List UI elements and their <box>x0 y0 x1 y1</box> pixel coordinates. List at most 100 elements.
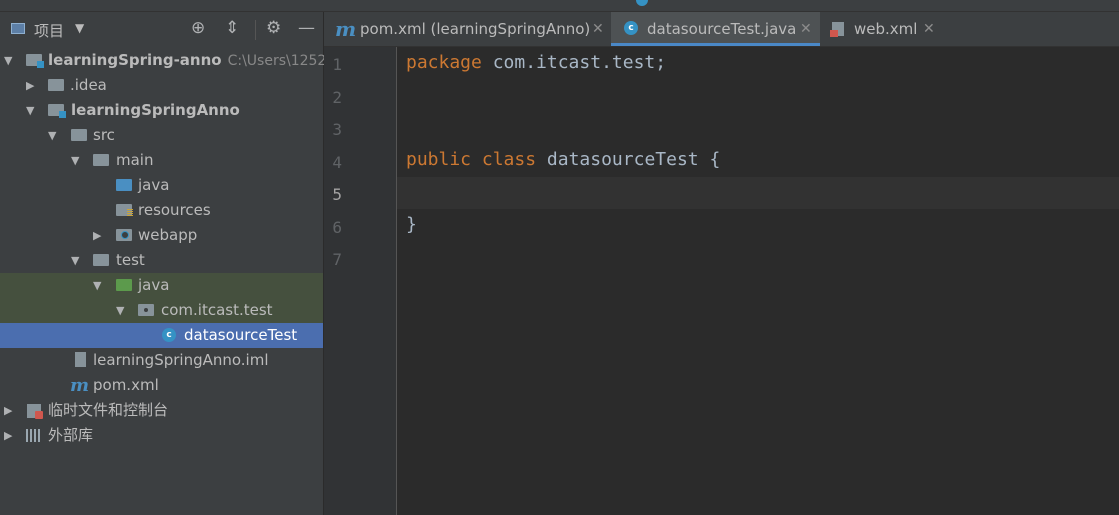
expand-arrow-icon[interactable]: ▼ <box>4 48 12 73</box>
tab-label: datasourceTest.java <box>647 20 797 38</box>
tree-item-iml[interactable]: learningSpringAnno.iml <box>0 348 323 373</box>
expand-arrow-icon[interactable]: ▼ <box>93 273 101 298</box>
line-number: 7 <box>332 250 342 269</box>
tree-item-label: .idea <box>70 76 107 94</box>
tree-item-label: main <box>116 151 154 169</box>
package-icon <box>138 304 154 316</box>
code-line-6: } <box>406 214 417 235</box>
tree-item-label: pom.xml <box>93 376 159 394</box>
open-brace: { <box>698 149 721 170</box>
tree-item-test-java[interactable]: ▼ java <box>0 273 323 298</box>
project-view-icon[interactable] <box>11 23 25 34</box>
tree-item-label: learningSpringAnno <box>71 101 240 119</box>
scratches-icon <box>27 404 43 419</box>
test-source-folder-icon <box>116 279 132 291</box>
project-panel: 项目 ▼ ⊕ ⇕ ⚙ — ▼ learningSpring-anno C:\Use… <box>0 12 335 515</box>
tree-item-resources[interactable]: resources <box>0 198 323 223</box>
line-number: 2 <box>332 88 342 107</box>
tree-item-test[interactable]: ▼ test <box>0 248 323 273</box>
source-folder-icon <box>116 179 132 191</box>
folder-icon <box>93 254 109 266</box>
tree-item-label: src <box>93 126 115 144</box>
project-panel-title[interactable]: 项目 <box>34 20 64 41</box>
tab-web-xml[interactable]: web.xml ✕ <box>820 12 948 46</box>
tree-item-webapp[interactable]: ▶ webapp <box>0 223 323 248</box>
tab-label: web.xml <box>854 20 918 38</box>
code-line-1: package com.itcast.test; <box>406 52 666 73</box>
hide-panel-icon[interactable]: — <box>298 18 315 38</box>
gear-icon[interactable]: ⚙ <box>266 18 281 38</box>
line-number: 4 <box>332 153 342 172</box>
class-icon: c <box>162 328 176 342</box>
project-path: C:\Users\12526 <box>227 53 336 69</box>
tree-item-external-libraries[interactable]: ▶ 外部库 <box>0 423 323 448</box>
code-editor[interactable]: package com.itcast.test; public class da… <box>397 47 1119 515</box>
keyword-package: package <box>406 52 482 73</box>
current-line-highlight <box>397 177 1119 209</box>
collapse-all-icon[interactable]: ⇕ <box>225 18 239 38</box>
folder-icon <box>48 79 64 91</box>
folder-icon <box>93 154 109 166</box>
tree-item-label: webapp <box>138 226 198 244</box>
expand-arrow-icon[interactable]: ▼ <box>48 123 56 148</box>
line-number: 1 <box>332 55 342 74</box>
tree-item-label: com.itcast.test <box>161 301 273 319</box>
line-number: 3 <box>332 120 342 139</box>
tree-item-main-java[interactable]: java <box>0 173 323 198</box>
tree-item-main[interactable]: ▼ main <box>0 148 323 173</box>
tree-item-label: learningSpring-anno <box>48 51 222 69</box>
chevron-down-icon[interactable]: ▼ <box>75 21 84 35</box>
tree-item-package[interactable]: ▼ com.itcast.test <box>0 298 323 323</box>
class-icon <box>636 0 648 6</box>
module-folder-icon <box>48 104 66 118</box>
collapsed-arrow-icon[interactable]: ▶ <box>4 423 12 448</box>
module-folder-icon <box>26 54 44 68</box>
tab-datasourcetest-java[interactable]: c datasourceTest.java ✕ <box>611 12 820 46</box>
close-icon[interactable]: ✕ <box>592 12 604 46</box>
tree-item-label: java <box>138 276 170 294</box>
tree-item-label: test <box>116 251 145 269</box>
keyword-public: public <box>406 149 472 170</box>
tree-item-label: 临时文件和控制台 <box>48 401 169 419</box>
line-number-current: 5 <box>332 185 342 204</box>
tab-label: pom.xml (learningSpringAnno) <box>360 20 591 38</box>
resources-folder-icon <box>116 204 133 216</box>
collapsed-arrow-icon[interactable]: ▶ <box>26 73 34 98</box>
tree-item-src[interactable]: ▼ src <box>0 123 323 148</box>
collapsed-arrow-icon[interactable]: ▶ <box>93 223 101 248</box>
editor-tab-bar: m pom.xml (learningSpringAnno) ✕ c datas… <box>324 12 1119 47</box>
line-number: 6 <box>332 218 342 237</box>
class-icon: c <box>624 21 638 35</box>
line-number-gutter: 1 2 3 4 5 6 7 <box>324 47 397 515</box>
tree-item-label: datasourceTest <box>184 326 298 344</box>
expand-arrow-icon[interactable]: ▼ <box>116 298 124 323</box>
collapsed-arrow-icon[interactable]: ▶ <box>4 398 12 423</box>
close-brace: } <box>406 214 417 235</box>
code-line-4: public class datasourceTest { <box>406 149 720 170</box>
tree-item-label: java <box>138 176 170 194</box>
project-panel-header: 项目 ▼ ⊕ ⇕ ⚙ — <box>0 12 323 47</box>
tree-item-scratches[interactable]: ▶ 临时文件和控制台 <box>0 398 323 423</box>
web-folder-icon <box>116 229 132 241</box>
expand-arrow-icon[interactable]: ▼ <box>26 98 34 123</box>
tree-item-label: learningSpringAnno.iml <box>93 351 269 369</box>
tab-pom-xml[interactable]: m pom.xml (learningSpringAnno) ✕ <box>324 12 611 46</box>
expand-arrow-icon[interactable]: ▼ <box>71 248 79 273</box>
tree-item-idea[interactable]: ▶ .idea <box>0 73 323 98</box>
close-icon[interactable]: ✕ <box>800 12 812 46</box>
tree-item-label: resources <box>138 201 211 219</box>
keyword-class: class <box>481 149 537 170</box>
top-breadcrumb-strip <box>0 0 1119 12</box>
locate-icon[interactable]: ⊕ <box>191 18 205 38</box>
expand-arrow-icon[interactable]: ▼ <box>71 148 79 173</box>
tree-item-label: 外部库 <box>48 426 94 444</box>
xml-file-icon <box>830 22 844 37</box>
maven-icon: m <box>70 375 90 396</box>
library-icon <box>26 429 42 442</box>
tree-item-root-project[interactable]: ▼ learningSpring-anno C:\Users\12526 <box>0 48 335 73</box>
tree-item-datasourcetest[interactable]: c datasourceTest <box>0 323 323 348</box>
tree-item-pom[interactable]: m pom.xml <box>0 373 323 398</box>
close-icon[interactable]: ✕ <box>923 12 935 46</box>
tree-item-module[interactable]: ▼ learningSpringAnno <box>0 98 323 123</box>
toolbar-divider <box>255 20 256 40</box>
